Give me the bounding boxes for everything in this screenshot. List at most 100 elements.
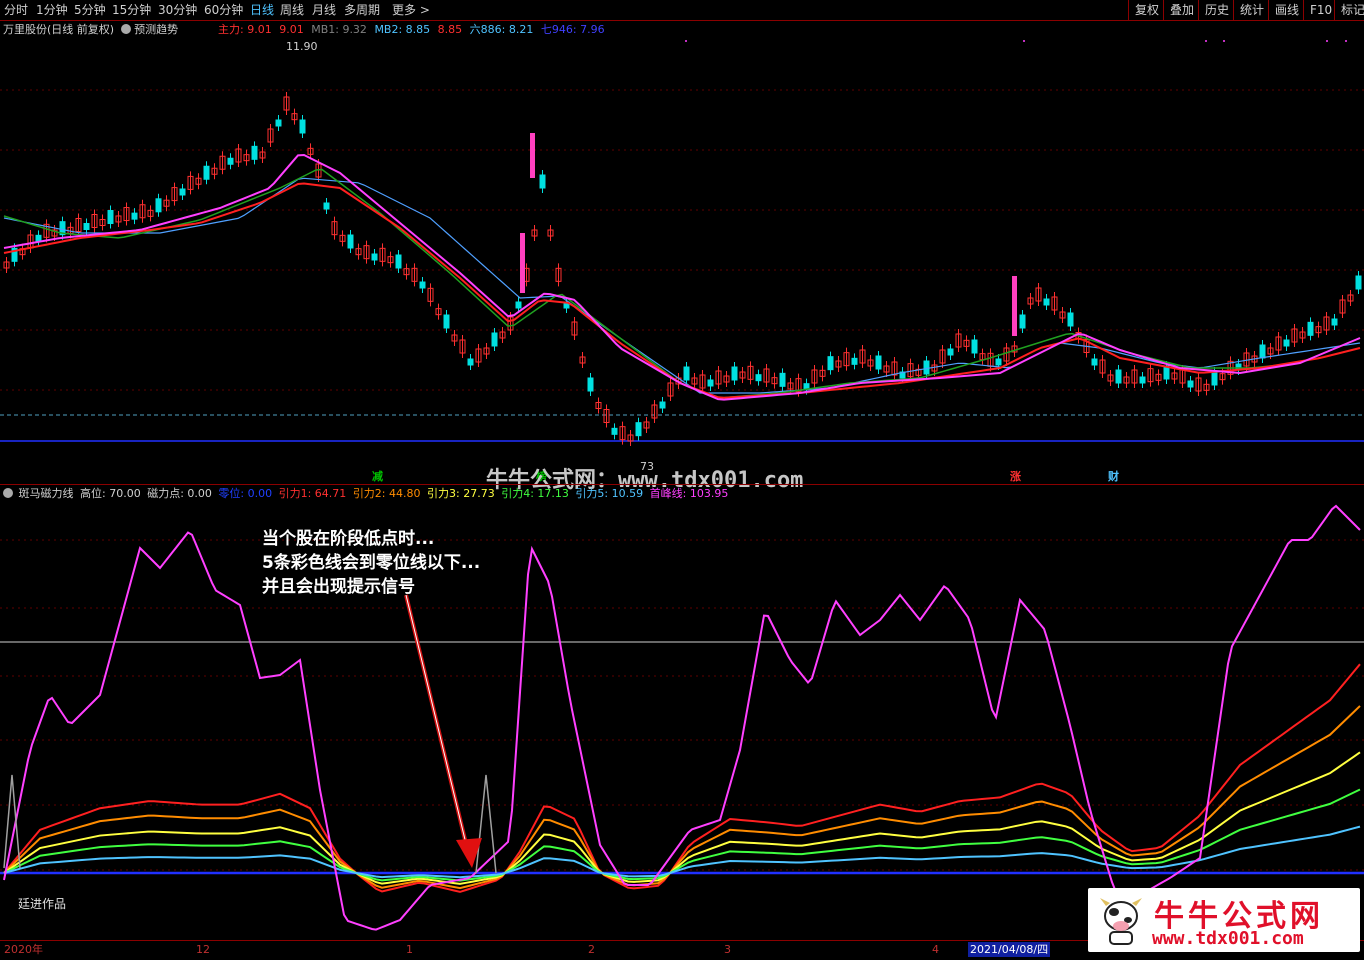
signal-bar-2 (1012, 276, 1017, 336)
top-marker-4 (1326, 40, 1328, 42)
top-marker-0 (685, 40, 687, 42)
legend-six: 六886: 8.21 (469, 23, 534, 36)
candlestick-chart[interactable] (0, 38, 1364, 484)
time-label-3: 3 (724, 943, 731, 956)
candle-body (443, 314, 450, 329)
mark-button[interactable]: 标记 (1334, 0, 1364, 20)
signal-bar-1 (530, 133, 535, 178)
candle-body (107, 210, 114, 224)
candle-body (419, 281, 426, 289)
f10-button[interactable]: F10 (1303, 0, 1338, 20)
period-tab-monthly[interactable]: 月线 (312, 2, 336, 18)
candle-body (707, 379, 714, 387)
signal-spike-left (3, 774, 21, 869)
indicator-dropdown-icon[interactable] (120, 24, 131, 34)
current-date-cursor: 2021/04/08/四 (968, 942, 1051, 957)
candle-body (995, 358, 1002, 366)
period-tab-30min[interactable]: 30分钟 (158, 2, 197, 18)
signal-zhang: 涨 (1010, 470, 1021, 483)
fuquan-button[interactable]: 复权 (1128, 0, 1165, 20)
legend-mb2: MB2: 8.85 (374, 23, 431, 36)
legend-yinli4: 引力4: 17.13 (501, 487, 569, 500)
candle-body (923, 360, 930, 375)
legend-yinli5: 引力5: 10.59 (575, 487, 644, 500)
legend-cilidian: 磁力点: 0.00 (147, 487, 212, 500)
legend-yinli3: 引力3: 27.73 (427, 487, 495, 500)
overlay-button[interactable]: 叠加 (1163, 0, 1200, 20)
sub-pane-header: 斑马磁力线 高位: 70.00 磁力点: 0.00 零位: 0.00 引力1: … (3, 487, 728, 501)
annotation-line-2: 5条彩色线会到零位线以下... (262, 553, 481, 573)
time-label-4: 4 (932, 943, 939, 956)
high-price-label: 11.90 (286, 40, 318, 53)
candle-body (1187, 380, 1194, 388)
candle-body (1067, 312, 1074, 327)
legend-gaowei: 高位: 70.00 (80, 487, 141, 500)
top-marker-2 (1205, 40, 1207, 42)
candle-body (755, 374, 762, 382)
period-tab-1min[interactable]: 1分钟 (36, 2, 68, 18)
candle-body (1307, 321, 1314, 336)
candle-body (1211, 371, 1218, 386)
period-tab-5min[interactable]: 5分钟 (74, 2, 106, 18)
legend-mb2-value: 8.85 (437, 23, 463, 36)
signal-bar-0 (520, 233, 525, 293)
annotation-line-3: 并且会出现提示信号 (262, 577, 415, 597)
magnetic-lines-chart[interactable] (0, 500, 1364, 940)
candle-body (971, 339, 978, 354)
candle-body (1283, 339, 1290, 347)
candle-body (179, 188, 186, 196)
signal-jian: 减 (372, 470, 383, 483)
main-indicator-name[interactable]: 预测趋势 (134, 23, 178, 36)
candle-body (1115, 369, 1122, 384)
time-label-2: 2 (588, 943, 595, 956)
sub-indicator-name[interactable]: 斑马磁力线 (19, 487, 74, 500)
stats-button[interactable]: 统计 (1233, 0, 1270, 20)
legend-yinli1: 引力1: 64.71 (278, 487, 347, 500)
main-legend: 主力: 9.01 9.01 MB1: 9.32 MB2: 8.85 8.85 六… (218, 23, 605, 37)
period-toolbar: 分时 1分钟 5分钟 15分钟 30分钟 60分钟 日线 周线 月线 多周期 更… (0, 0, 1364, 21)
legend-shoufeng: 首峰线: 103.95 (649, 487, 729, 500)
gravity-line-2 (3, 705, 1361, 890)
author-label: 廷进作品 (18, 897, 67, 911)
time-label-2020: 2020年 (4, 943, 43, 956)
candle-body (1019, 314, 1026, 329)
candle-body (275, 119, 282, 127)
pane-divider[interactable] (0, 484, 1364, 485)
period-tab-daily[interactable]: 日线 (250, 2, 274, 18)
candle-body (35, 234, 42, 242)
period-tab-fenshi[interactable]: 分时 (4, 2, 28, 18)
candle-body (155, 198, 162, 213)
ma-short-line (3, 153, 1361, 401)
candle-body (83, 223, 90, 230)
history-button[interactable]: 历史 (1198, 0, 1235, 20)
period-tab-15min[interactable]: 15分钟 (112, 2, 151, 18)
period-tab-multi[interactable]: 多周期 (344, 2, 380, 18)
candle-body (227, 157, 234, 165)
candle-body (875, 355, 882, 370)
candle-body (611, 427, 618, 435)
cow-mascot-icon (1096, 894, 1146, 946)
candle-body (779, 372, 786, 387)
ma-mid-line (3, 182, 1361, 399)
candle-body (947, 348, 954, 356)
ma-long-line (3, 168, 1361, 399)
legend-lingwei: 零位: 0.00 (218, 487, 273, 500)
sub-dropdown-icon[interactable] (3, 488, 13, 498)
main-pane-header: 万里股份(日线 前复权) 预测趋势 (3, 23, 178, 37)
draw-line-button[interactable]: 画线 (1268, 0, 1305, 20)
top-marker-1 (1023, 40, 1025, 42)
candle-body (131, 212, 138, 220)
legend-mb1: MB1: 9.32 (311, 23, 367, 36)
period-tab-60min[interactable]: 60分钟 (204, 2, 243, 18)
time-label-12: 12 (196, 943, 210, 956)
period-tab-more[interactable]: 更多 > (392, 2, 430, 18)
stock-title[interactable]: 万里股份(日线 前复权) (3, 23, 114, 36)
site-logo: 牛牛公式网 www.tdx001.com (1088, 888, 1360, 952)
candle-body (683, 366, 690, 381)
period-tab-weekly[interactable]: 周线 (280, 2, 304, 18)
signal-spike-mid (475, 774, 497, 874)
candle-body (491, 332, 498, 347)
legend-zhuli-value: 9.01 (279, 23, 304, 36)
candle-body (395, 254, 402, 269)
candle-body (731, 366, 738, 381)
